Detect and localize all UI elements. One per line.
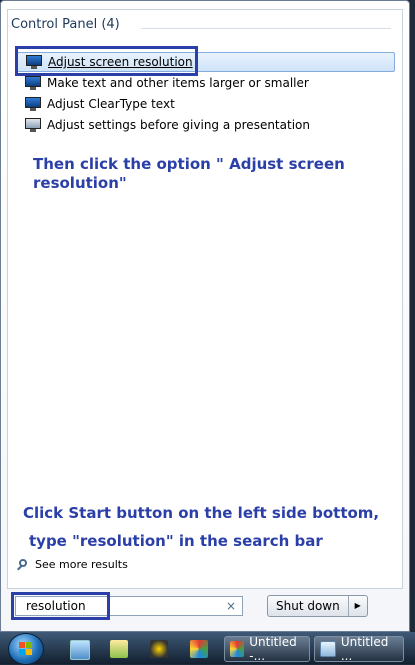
taskbar-task-untitled-notepad[interactable]: Untitled ... <box>314 635 404 663</box>
see-more-results-link[interactable]: See more results <box>17 558 128 571</box>
clear-search-icon[interactable]: × <box>226 597 236 615</box>
presentation-icon <box>25 118 41 132</box>
paint-app-icon[interactable] <box>190 640 208 658</box>
result-label: Make text and other items larger or smal… <box>47 76 309 90</box>
notepad-icon <box>320 641 336 657</box>
result-presentation-settings[interactable]: Adjust settings before giving a presenta… <box>17 115 395 135</box>
search-icon <box>17 558 29 571</box>
shutdown-options-arrow-icon[interactable]: ▶ <box>349 596 367 616</box>
calculator-icon[interactable] <box>70 640 90 660</box>
see-more-label: See more results <box>35 558 128 571</box>
result-label: Adjust settings before giving a presenta… <box>47 118 310 132</box>
annotation-highlight-search <box>11 592 110 620</box>
network-app-icon[interactable] <box>110 640 128 658</box>
annotation-step-start-line1: Click Start button on the left side bott… <box>23 504 380 522</box>
monitor-icon <box>25 97 41 111</box>
pinned-app-icon[interactable] <box>150 640 168 658</box>
start-menu: Control Panel (4) Adjust screen resoluti… <box>0 0 410 632</box>
start-button[interactable] <box>8 633 44 665</box>
annotation-highlight-result <box>15 46 198 76</box>
taskbar-task-untitled-paint[interactable]: Untitled -... <box>224 635 310 663</box>
annotation-step-click-option: Then click the option " Adjust screen re… <box>33 155 345 192</box>
paint-icon <box>230 641 245 657</box>
monitor-icon <box>25 76 41 90</box>
windows-logo-icon <box>19 642 33 656</box>
shutdown-button[interactable]: Shut down <box>268 596 349 616</box>
result-label: Adjust ClearType text <box>47 97 175 111</box>
task-label: Untitled ... <box>340 635 389 663</box>
annotation-step-start-line2: type "resolution" in the search bar <box>29 532 323 550</box>
result-make-text-larger[interactable]: Make text and other items larger or smal… <box>17 73 395 93</box>
group-header-control-panel[interactable]: Control Panel (4) <box>11 17 120 32</box>
result-adjust-cleartype[interactable]: Adjust ClearType text <box>17 94 395 114</box>
group-divider <box>141 28 391 29</box>
task-label: Untitled -... <box>249 635 297 663</box>
shutdown-button-group: Shut down ▶ <box>267 595 368 617</box>
